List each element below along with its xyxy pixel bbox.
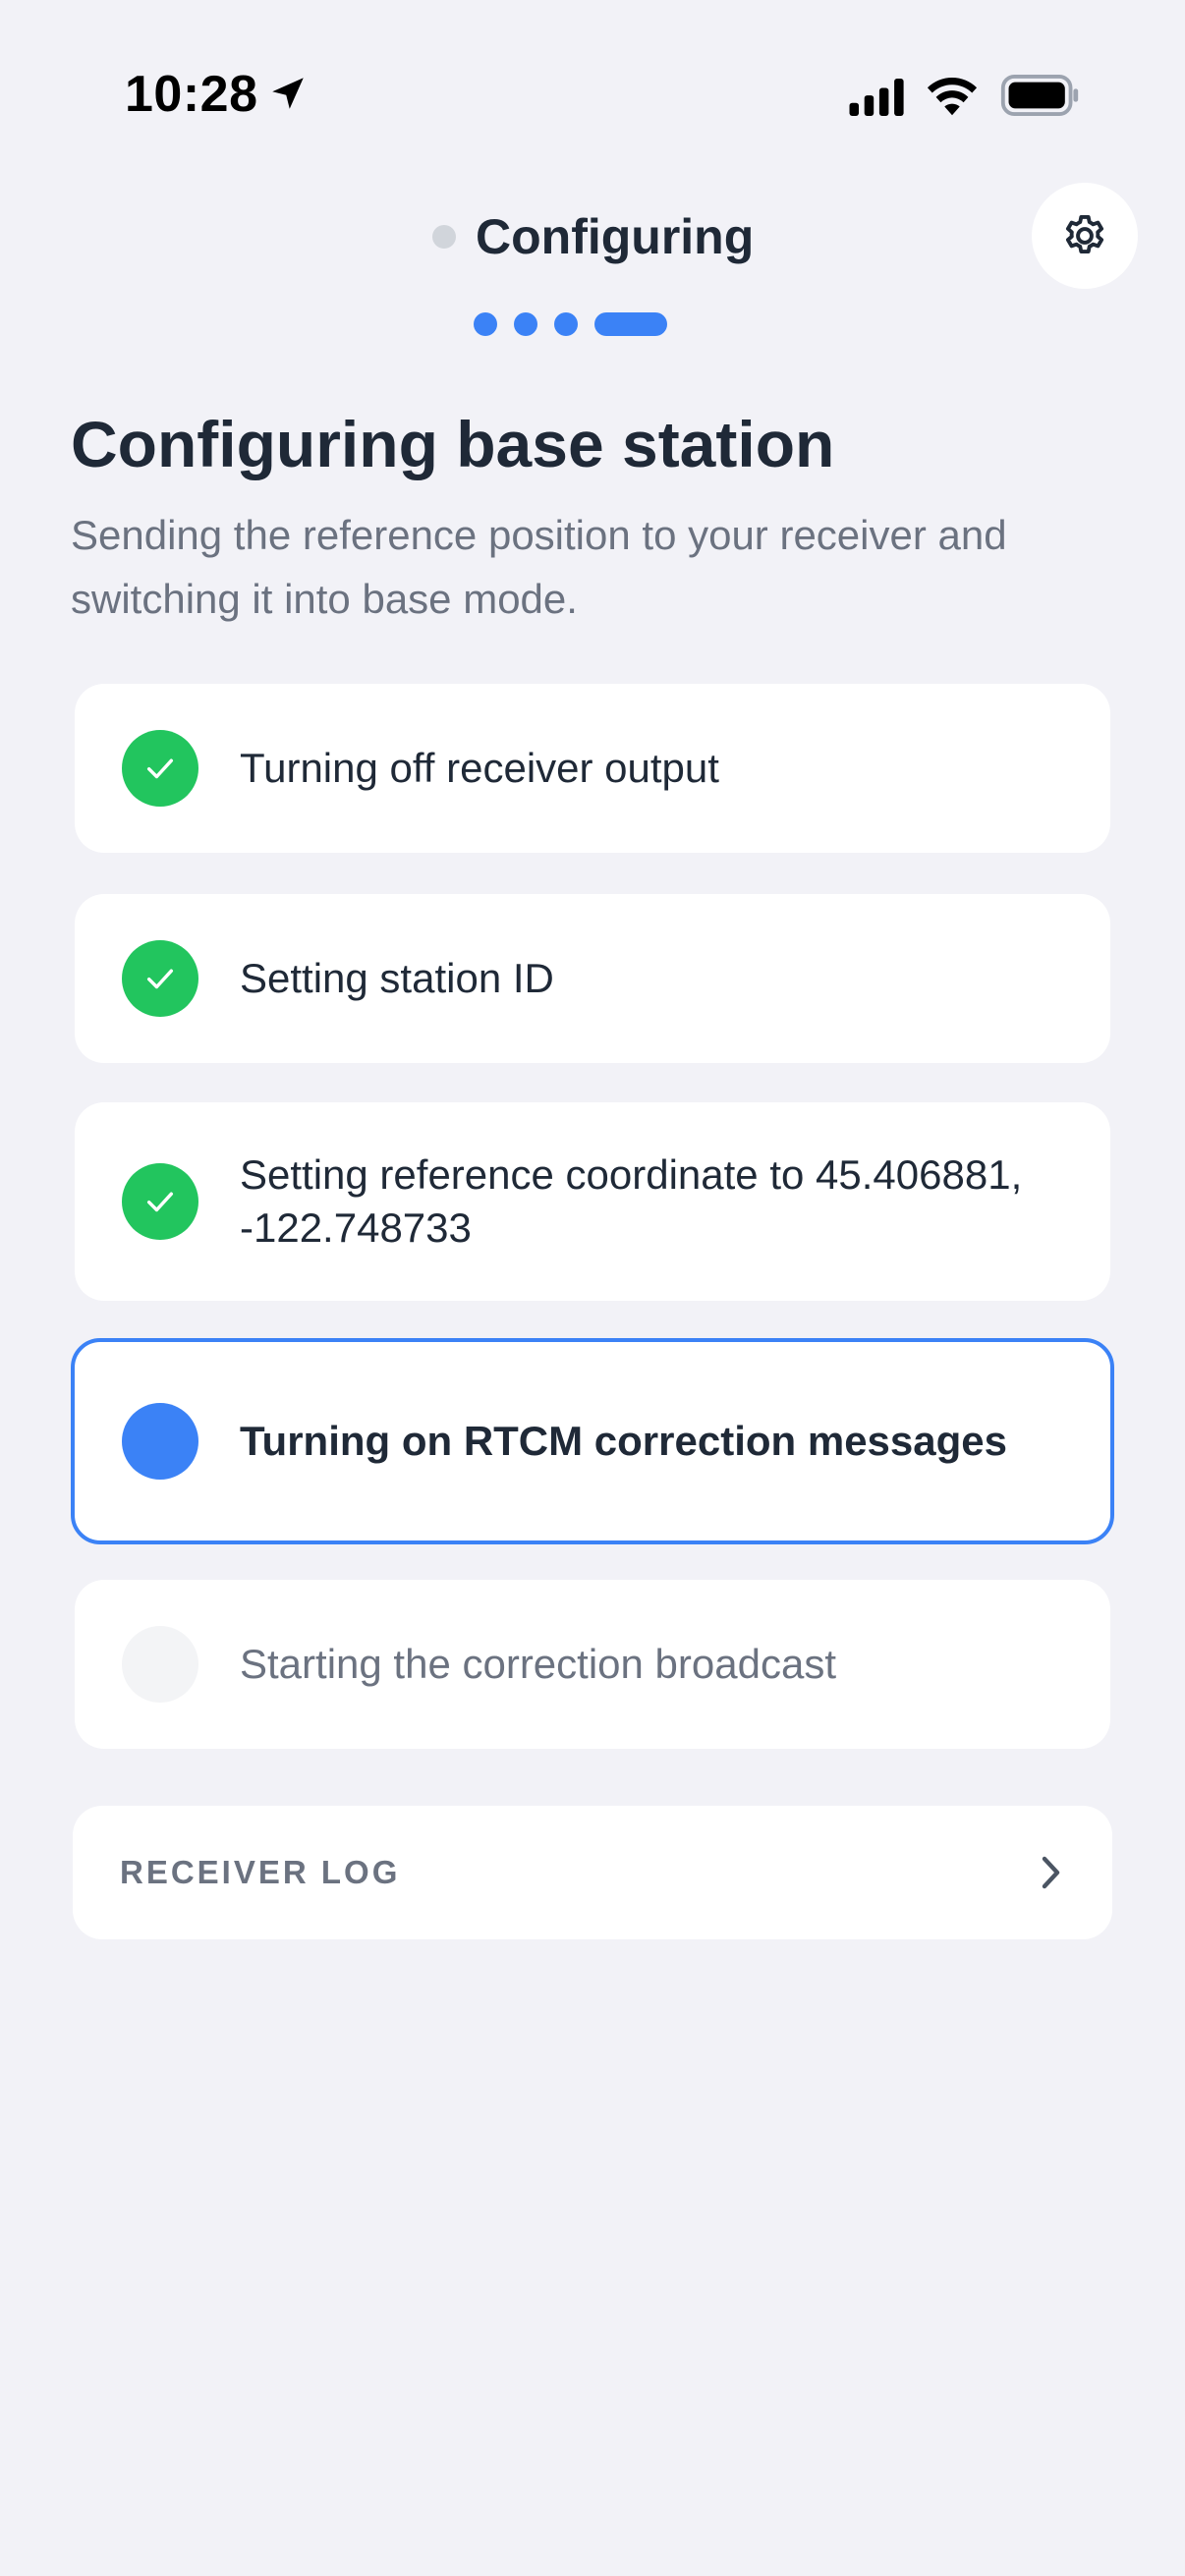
status-bar: 10:28 — [0, 0, 1185, 187]
progress-step-4-current — [594, 312, 667, 336]
step-card-turn-off-output: Turning off receiver output — [75, 684, 1110, 853]
progress-step-3 — [554, 312, 578, 336]
checkmark-icon — [146, 758, 174, 779]
step-pending-indicator — [122, 1626, 198, 1703]
chevron-right-icon — [1042, 1856, 1060, 1889]
step-card-station-id: Setting station ID — [75, 894, 1110, 1063]
progress-indicator — [474, 311, 667, 337]
checkmark-icon — [146, 1192, 174, 1212]
receiver-log-label: RECEIVER LOG — [120, 1854, 401, 1890]
header-title: Configuring — [476, 209, 755, 264]
header-status: Configuring — [432, 206, 754, 267]
step-complete-icon — [122, 730, 198, 807]
page-subtitle: Sending the reference position to your r… — [71, 512, 1007, 622]
step-card-correction-broadcast: Starting the correction broadcast — [75, 1580, 1110, 1749]
step-label: Turning off receiver output — [240, 745, 719, 791]
gear-icon — [1065, 214, 1104, 253]
location-arrow-icon — [272, 78, 304, 109]
step-complete-icon — [122, 940, 198, 1017]
progress-step-2 — [514, 312, 537, 336]
page-title: Configuring base station — [71, 408, 835, 480]
settings-button[interactable] — [1032, 183, 1138, 289]
battery-icon — [1000, 75, 1079, 116]
step-label: Setting station ID — [240, 955, 554, 1001]
checkmark-icon — [146, 969, 174, 989]
step-in-progress-indicator — [122, 1403, 198, 1480]
wifi-icon — [927, 77, 978, 116]
cellular-signal-icon — [849, 79, 904, 116]
connection-status-dot — [432, 225, 456, 249]
step-card-rtcm-messages: Turning on RTCM correction messages — [71, 1338, 1114, 1544]
step-label: Setting reference coordinate to 45.40688… — [240, 1151, 1023, 1251]
status-time: 10:28 — [125, 66, 258, 123]
step-card-reference-coordinate: Setting reference coordinate to 45.40688… — [75, 1102, 1110, 1301]
progress-step-1 — [474, 312, 497, 336]
step-label: Starting the correction broadcast — [240, 1641, 836, 1687]
step-label: Turning on RTCM correction messages — [240, 1418, 1007, 1464]
step-complete-icon — [122, 1163, 198, 1240]
receiver-log-button[interactable]: RECEIVER LOG — [73, 1806, 1112, 1939]
